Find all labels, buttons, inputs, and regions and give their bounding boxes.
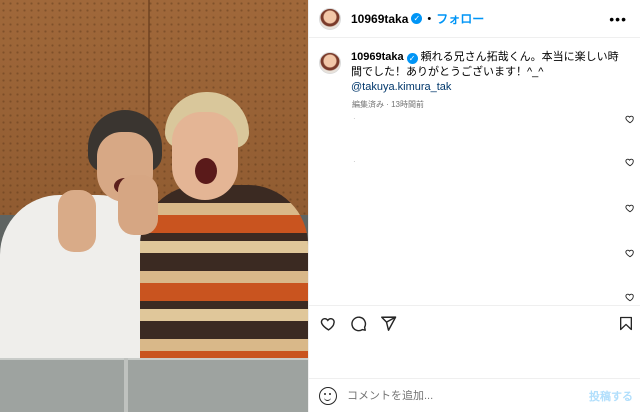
caption-username[interactable]: 10969taka <box>351 51 404 63</box>
share-icon[interactable] <box>379 315 397 333</box>
comment-like-heart-icon[interactable] <box>625 114 635 124</box>
person-right-sweater <box>140 185 308 360</box>
person-right-face <box>172 112 238 200</box>
comment-like-heart-icon[interactable] <box>625 248 635 258</box>
comment-row: · <box>309 157 640 171</box>
add-comment-bar: 投稿する <box>309 378 640 412</box>
avatar[interactable] <box>319 7 341 30</box>
caption-avatar[interactable] <box>319 52 341 74</box>
comment-row <box>309 203 640 217</box>
caption-body: 10969taka ✓ 頼れる兄さん拓哉くん。本当に楽しい時間でした！ありがとうご… <box>351 50 629 95</box>
verified-badge-icon: ✓ <box>411 13 423 24</box>
comment-input[interactable] <box>347 389 577 402</box>
table <box>0 358 308 412</box>
post-comment-button[interactable]: 投稿する <box>589 388 633 404</box>
comment-text: · <box>353 114 356 123</box>
separator-dot: • <box>427 12 432 25</box>
caption-verified-badge-icon: ✓ <box>406 53 418 64</box>
comment-row <box>309 248 640 262</box>
comment-like-heart-icon[interactable] <box>625 292 635 302</box>
follow-button[interactable]: フォロー <box>436 10 484 27</box>
person-right-mouth <box>195 158 217 184</box>
person-left-hand <box>58 190 96 252</box>
heart-icon[interactable] <box>319 315 337 333</box>
post-photo[interactable] <box>0 0 308 412</box>
person-left-hand-rock <box>118 175 158 235</box>
comment-row: · <box>309 114 640 128</box>
bookmark-icon[interactable] <box>617 315 635 333</box>
comment-like-heart-icon[interactable] <box>625 157 635 167</box>
emoji-icon[interactable] <box>319 386 337 405</box>
comment-text: · <box>353 157 356 166</box>
table-seam <box>124 358 128 412</box>
post-actions-bar <box>309 305 640 341</box>
comment-like-heart-icon[interactable] <box>625 203 635 213</box>
caption-meta: 編集済み · 13時間前 <box>352 100 425 109</box>
post-side-pane: 10969taka ✓ • フォロー ••• 10969taka ✓ 頼れる兄さん… <box>308 0 640 412</box>
comment-icon[interactable] <box>349 315 367 333</box>
more-options-icon[interactable]: ••• <box>609 11 627 27</box>
comment-row <box>309 292 640 306</box>
post-header: 10969taka ✓ • フォロー ••• <box>309 0 640 38</box>
post-caption: 10969taka ✓ 頼れる兄さん拓哉くん。本当に楽しい時間でした！ありがとうご… <box>319 50 634 110</box>
header-username[interactable]: 10969taka <box>351 12 408 26</box>
caption-mention-link[interactable]: @takuya.kimura_tak <box>351 81 451 93</box>
